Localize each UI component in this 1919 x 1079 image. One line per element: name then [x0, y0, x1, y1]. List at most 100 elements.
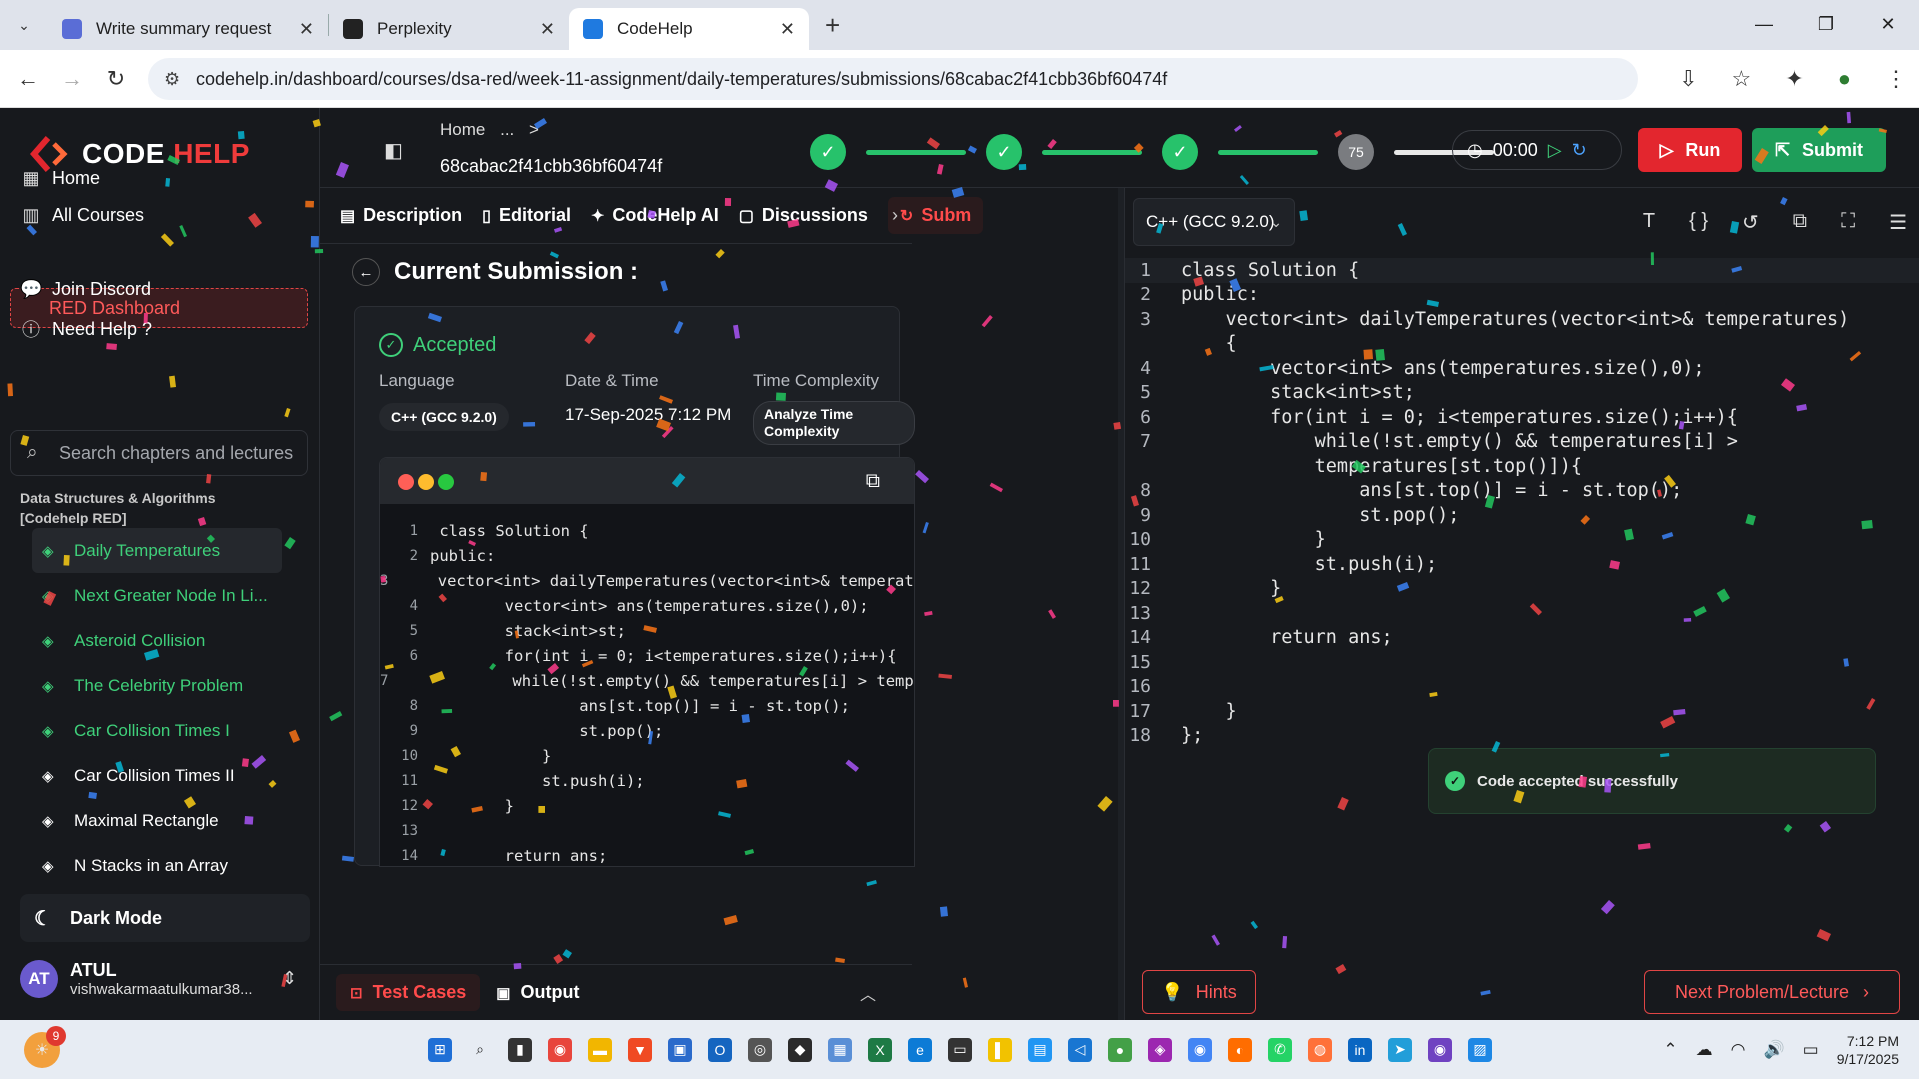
editor-lines[interactable]: 1 class Solution {2 public: 3 vector<int> d…: [1125, 258, 1919, 748]
editor-line[interactable]: 16: [1125, 675, 1919, 700]
cloud-icon[interactable]: ☁: [1696, 1040, 1713, 1060]
lesson-item[interactable]: ◈ Maximal Rectangle: [32, 798, 282, 843]
sidebar-item-home[interactable]: ▦ Home: [20, 168, 100, 189]
lesson-item[interactable]: ◈ Daily Temperatures: [32, 528, 282, 573]
excel-icon[interactable]: X: [868, 1037, 892, 1062]
lesson-item[interactable]: ◈ Asteroid Collision: [32, 618, 282, 663]
browser-tab-summary[interactable]: Write summary request ✕: [48, 8, 328, 50]
editor-line[interactable]: 6 for(int i = 0; i<temperatures.size();i…: [1125, 405, 1919, 430]
browser-tab-codehelp[interactable]: CodeHelp ✕: [569, 8, 809, 50]
editor-line[interactable]: {: [1125, 332, 1919, 357]
editor-line[interactable]: temperatures[st.top()]){: [1125, 454, 1919, 479]
firefox-icon[interactable]: ◍: [1308, 1037, 1332, 1062]
app-icon[interactable]: ●: [1108, 1037, 1132, 1062]
lesson-item[interactable]: ◈ Next Greater Node In Li...: [32, 573, 282, 618]
lesson-item[interactable]: ◈ Car Collision Times I: [32, 708, 282, 753]
reset-icon[interactable]: ↻: [1572, 140, 1587, 161]
chevron-up-icon[interactable]: ︿: [860, 981, 876, 1005]
sidebar-item-help[interactable]: ⓘ Need Help ?: [20, 316, 152, 342]
close-window-icon[interactable]: ✕: [1857, 0, 1919, 50]
menu-kebab-icon[interactable]: ⋮: [1885, 66, 1907, 92]
lesson-item[interactable]: ◈ N Stacks in an Array: [32, 843, 282, 888]
sidebar-item-all-courses[interactable]: ▥ All Courses: [20, 205, 144, 226]
editor-line[interactable]: 17 }: [1125, 699, 1919, 724]
chrome-icon[interactable]: ◉: [548, 1037, 572, 1062]
minimize-icon[interactable]: —: [1733, 0, 1795, 50]
browser-tab-perplexity[interactable]: Perplexity ✕: [329, 8, 569, 50]
settings-sliders-icon[interactable]: ☰: [1889, 210, 1907, 235]
submit-button[interactable]: ⇱ Submit: [1752, 128, 1886, 172]
terminal-icon[interactable]: ▭: [948, 1037, 972, 1062]
editor-line[interactable]: 13: [1125, 601, 1919, 626]
app-icon[interactable]: ◆: [788, 1037, 812, 1062]
weather-icon[interactable]: ☀ 9: [24, 1026, 66, 1068]
editor-line[interactable]: 2 public:: [1125, 283, 1919, 308]
editor-line[interactable]: 12 }: [1125, 577, 1919, 602]
editor-line[interactable]: 8 ans[st.top()] = i - st.top();: [1125, 479, 1919, 504]
fullscreen-icon[interactable]: ⛶: [1841, 210, 1855, 235]
outlook-icon[interactable]: O: [708, 1037, 732, 1062]
editor-line[interactable]: 7 while(!st.empty() && temperatures[i] >: [1125, 430, 1919, 455]
new-tab-icon[interactable]: +: [825, 10, 840, 41]
editor-line[interactable]: 11 st.push(i);: [1125, 552, 1919, 577]
tab-submissions[interactable]: ↻ Subm: [887, 197, 984, 234]
lesson-item[interactable]: ◈ Car Collision Times II: [32, 753, 282, 798]
editor-line[interactable]: 1 class Solution {: [1125, 258, 1919, 283]
forward-icon[interactable]: →: [50, 66, 94, 92]
reload-icon[interactable]: ↻: [94, 66, 138, 92]
whatsapp-icon[interactable]: ✆: [1268, 1037, 1292, 1062]
editor-line[interactable]: 15: [1125, 650, 1919, 675]
play-icon[interactable]: ▷: [1548, 140, 1562, 161]
tab-search-icon[interactable]: ⌄: [0, 17, 48, 34]
telegram-icon[interactable]: ➤: [1388, 1037, 1412, 1062]
run-button[interactable]: ▷ Run: [1638, 128, 1742, 172]
app-icon[interactable]: ◐: [1228, 1037, 1252, 1062]
app-icon[interactable]: ◎: [748, 1037, 772, 1062]
store-icon[interactable]: ▣: [668, 1037, 692, 1062]
back-icon[interactable]: ←: [6, 66, 50, 92]
editor-line[interactable]: 4 vector<int> ans(temperatures.size(),0)…: [1125, 356, 1919, 381]
reset-code-icon[interactable]: ↺: [1742, 210, 1759, 235]
editor-line[interactable]: 9 st.pop();: [1125, 503, 1919, 528]
copy-code-icon[interactable]: ⧉: [1793, 210, 1807, 235]
app-icon[interactable]: ▌: [988, 1037, 1012, 1062]
editor-line[interactable]: 3 vector<int> dailyTemperatures(vector<i…: [1125, 307, 1919, 332]
chapter-search-input[interactable]: ⌕ Search chapters and lectures: [10, 430, 308, 476]
tab-codehelp-ai[interactable]: ✦ CodeHelp AI: [591, 205, 719, 226]
user-profile[interactable]: AT ATUL vishwakarmaatulkumar38... ⇕: [20, 960, 297, 998]
search-icon[interactable]: ⌕: [468, 1038, 492, 1062]
battery-icon[interactable]: ▭: [1803, 1040, 1819, 1060]
restore-icon[interactable]: ❐: [1795, 0, 1857, 50]
close-tab-icon[interactable]: ✕: [299, 19, 314, 40]
app-icon[interactable]: ◉: [1428, 1037, 1452, 1062]
wifi-icon[interactable]: ◠: [1731, 1040, 1746, 1060]
copy-icon[interactable]: ⧉: [866, 470, 880, 493]
volume-icon[interactable]: 🔊: [1763, 1040, 1784, 1060]
breadcrumb-home[interactable]: Home: [440, 120, 485, 139]
profile-icon[interactable]: ●: [1838, 66, 1851, 92]
editor-line[interactable]: 18};: [1125, 724, 1919, 749]
clock[interactable]: 7:12 PM 9/17/2025: [1837, 1032, 1899, 1068]
chevron-up-icon[interactable]: ⌃: [1663, 1040, 1677, 1060]
font-icon[interactable]: T: [1643, 210, 1655, 235]
lesson-item[interactable]: ◈ The Celebrity Problem: [32, 663, 282, 708]
linkedin-icon[interactable]: in: [1348, 1037, 1372, 1062]
sidebar-toggle-icon[interactable]: ◧: [384, 138, 403, 163]
close-tab-icon[interactable]: ✕: [540, 19, 555, 40]
app-icon[interactable]: ▤: [1028, 1037, 1052, 1062]
dark-mode-toggle[interactable]: ☾ Dark Mode: [20, 894, 310, 942]
bookmark-star-icon[interactable]: ☆: [1732, 66, 1752, 92]
close-tab-icon[interactable]: ✕: [780, 19, 795, 40]
app-icon[interactable]: ◈: [1148, 1037, 1172, 1062]
editor-line[interactable]: 14 return ans;: [1125, 626, 1919, 651]
url-field[interactable]: ⚙ codehelp.in/dashboard/courses/dsa-red/…: [148, 58, 1638, 100]
tab-discussions[interactable]: ▢ Discussions: [739, 205, 868, 226]
file-explorer-icon[interactable]: ▬: [588, 1037, 612, 1062]
chevron-updown-icon[interactable]: ⇕: [282, 968, 297, 989]
chrome-icon[interactable]: ◉: [1188, 1037, 1212, 1062]
next-problem-button[interactable]: Next Problem/Lecture ›: [1644, 970, 1900, 1014]
editor-line[interactable]: 10 }: [1125, 528, 1919, 553]
format-braces-icon[interactable]: { }: [1689, 210, 1708, 235]
app-icon[interactable]: ▦: [828, 1037, 852, 1062]
site-info-icon[interactable]: ⚙: [164, 69, 180, 90]
